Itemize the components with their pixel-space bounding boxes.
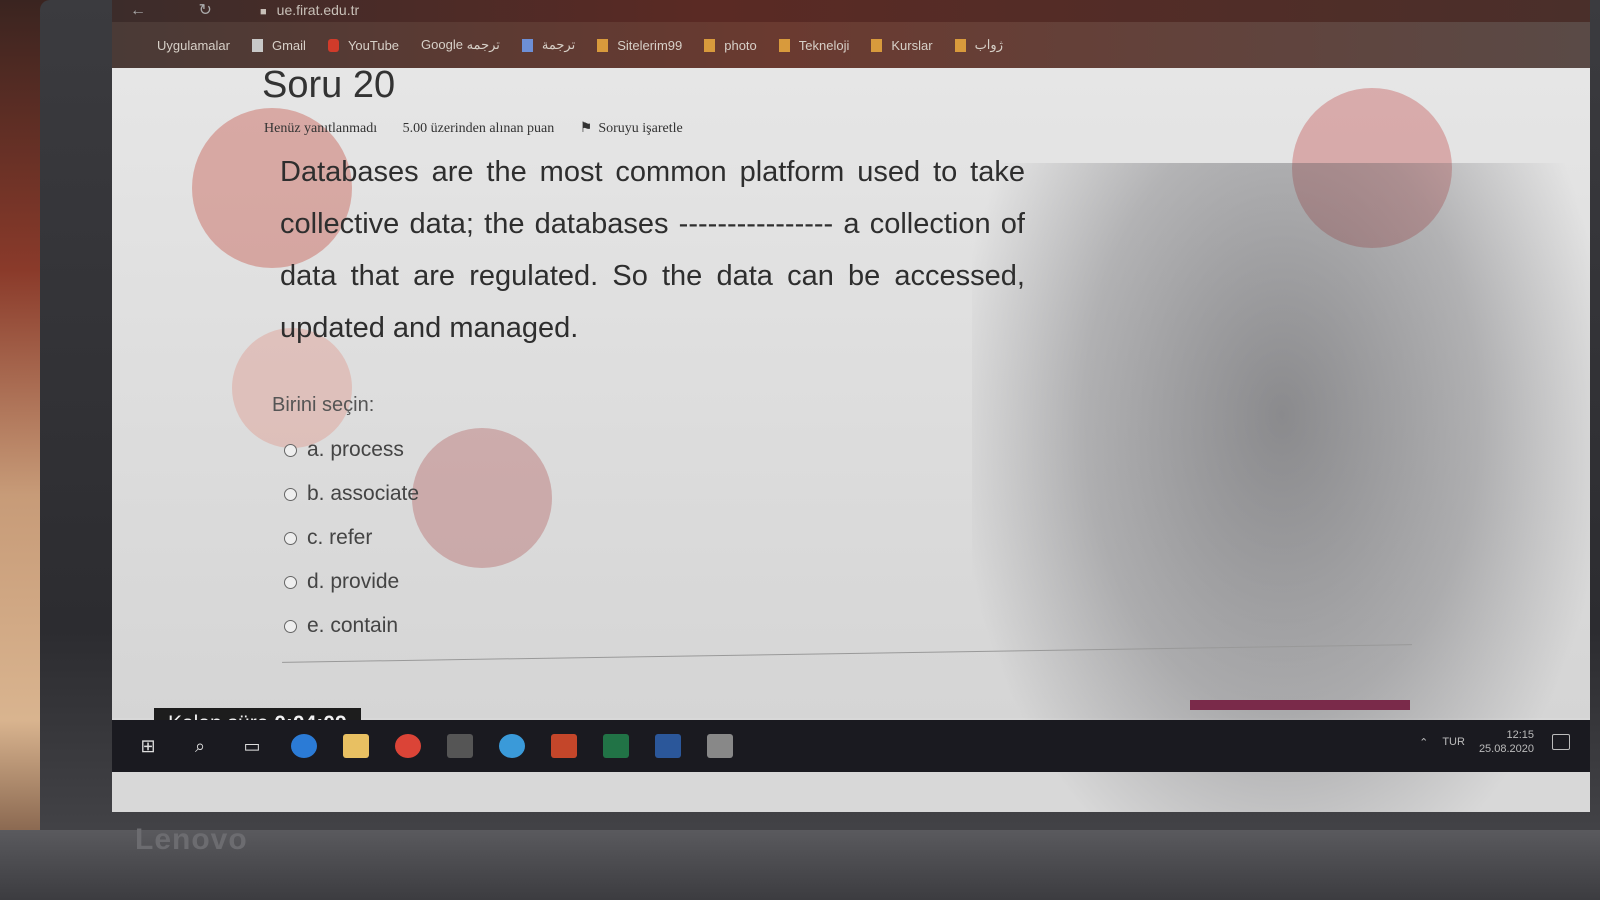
bookmark-gmail[interactable]: Gmail: [251, 37, 306, 53]
store-icon[interactable]: [444, 730, 476, 762]
youtube-icon: [327, 38, 339, 52]
option-label: a. process: [307, 438, 404, 461]
option-label: b. associate: [307, 482, 420, 505]
flag-question-link[interactable]: ⚑ Soruyu işaretle: [580, 121, 705, 136]
translate-icon: [521, 38, 533, 52]
windows-start-icon[interactable]: ⊞: [132, 730, 164, 762]
radio-button[interactable]: [284, 531, 297, 545]
option-label: e. contain: [307, 614, 399, 637]
question-info: Henüz yanıtlanmadı 5.00 üzerinden alınan…: [264, 120, 727, 137]
bookmark-label: Gmail: [271, 37, 306, 53]
reflection: [412, 428, 552, 568]
lock-icon: ■: [260, 6, 267, 18]
bookmark-tekneloji[interactable]: Tekneloji: [778, 37, 850, 53]
edge-icon[interactable]: [288, 730, 320, 762]
search-icon[interactable]: ⌕: [184, 730, 216, 762]
bookmark-translate[interactable]: ترجمة: [521, 37, 576, 53]
option-label: d. provide: [307, 570, 400, 593]
taskbar: ⊞ ⌕ ▭ ⌃ TUR 12:15 25.08.2020: [112, 720, 1590, 772]
brand-logo: Lenovo: [135, 823, 248, 856]
radio-button[interactable]: [284, 487, 297, 501]
powerpoint-icon[interactable]: [548, 730, 580, 762]
folder-icon: [871, 38, 883, 52]
reload-icon[interactable]: ↻: [198, 2, 211, 19]
bookmark-label: Sitelerim99: [617, 37, 683, 53]
user-app-icon[interactable]: [704, 730, 736, 762]
option-d[interactable]: d. provide: [284, 560, 419, 604]
bookmark-label: Google ترجمه: [421, 37, 500, 52]
notification-icon[interactable]: [1552, 734, 1570, 750]
clock-time: 12:15: [1506, 729, 1534, 741]
folder-icon: [778, 38, 790, 52]
option-b[interactable]: b. associate: [284, 472, 419, 516]
radio-button[interactable]: [284, 619, 297, 633]
bookmark-label: Tekneloji: [798, 37, 850, 53]
question-points: 5.00 üzerinden alınan puan: [402, 121, 555, 136]
bookmark-youtube[interactable]: YouTube: [327, 37, 400, 53]
quiz-page: Soru 20 Henüz yanıtlanmadı 5.00 üzerinde…: [112, 64, 1590, 812]
flag-icon: ⚑: [579, 121, 593, 136]
chevron-up-icon[interactable]: ⌃: [1419, 736, 1428, 749]
bookmark-google-translate[interactable]: Google ترجمه: [421, 37, 500, 53]
choose-prompt: Birini seçin:: [272, 394, 375, 416]
word-icon[interactable]: [652, 730, 684, 762]
bookmark-sitelerim99[interactable]: Sitelerim99: [597, 38, 682, 53]
excel-icon[interactable]: [600, 730, 632, 762]
bookmark-apps[interactable]: Uygulamalar: [157, 38, 230, 53]
laptop-screen: ← ↻ ■ ue.firat.edu.tr Uygulamalar Gmail Y…: [112, 0, 1590, 812]
option-label: c. refer: [307, 526, 373, 549]
navigation-button[interactable]: [1190, 700, 1410, 710]
file-explorer-icon[interactable]: [340, 730, 372, 762]
bookmark-other[interactable]: ژواب: [954, 37, 1003, 53]
bookmark-photo[interactable]: photo: [704, 38, 757, 53]
mail-icon: [251, 38, 263, 52]
bookmark-label: ترجمة: [541, 37, 576, 52]
folder-icon: [597, 38, 609, 52]
task-view-icon[interactable]: ▭: [236, 730, 268, 762]
flag-label: Soruyu işaretle: [598, 121, 683, 136]
radio-button[interactable]: [284, 443, 297, 457]
bookmark-label: photo: [724, 37, 757, 53]
clock-date: 25.08.2020: [1478, 743, 1534, 755]
bookmark-label: YouTube: [347, 37, 400, 53]
language-indicator[interactable]: TUR: [1442, 736, 1465, 748]
bookmark-label: ژواب: [974, 37, 1003, 52]
nav-controls: ← ↻: [130, 0, 260, 20]
telegram-icon[interactable]: [496, 730, 528, 762]
bookmark-kurslar[interactable]: Kurslar: [871, 37, 933, 53]
radio-button[interactable]: [284, 575, 297, 589]
bookmark-label: Kurslar: [891, 37, 933, 53]
folder-icon: [954, 38, 966, 52]
option-e[interactable]: e. contain: [284, 604, 419, 648]
url-field[interactable]: ■ ue.firat.edu.tr: [260, 2, 359, 18]
chrome-icon[interactable]: [392, 730, 424, 762]
address-bar[interactable]: ← ↻ ■ ue.firat.edu.tr: [112, 0, 1590, 22]
reflection-person: [972, 163, 1590, 812]
question-status: Henüz yanıtlanmadı: [264, 121, 378, 136]
answer-options: a. process b. associate c. refer d. prov…: [284, 428, 419, 648]
option-c[interactable]: c. refer: [284, 516, 419, 560]
clock[interactable]: 12:15 25.08.2020: [1479, 728, 1534, 756]
question-text: Databases are the most common platform u…: [280, 156, 1025, 344]
url-text: ue.firat.edu.tr: [276, 2, 360, 18]
bookmark-label: Uygulamalar: [157, 37, 230, 53]
back-icon[interactable]: ←: [130, 2, 146, 19]
option-a[interactable]: a. process: [284, 428, 419, 472]
bookmarks-bar: Uygulamalar Gmail YouTube Google ترجمه ت…: [112, 22, 1590, 68]
folder-icon: [704, 38, 716, 52]
question-title: Soru 20: [262, 64, 396, 106]
system-tray: ⌃ TUR 12:15 25.08.2020: [1419, 728, 1570, 756]
